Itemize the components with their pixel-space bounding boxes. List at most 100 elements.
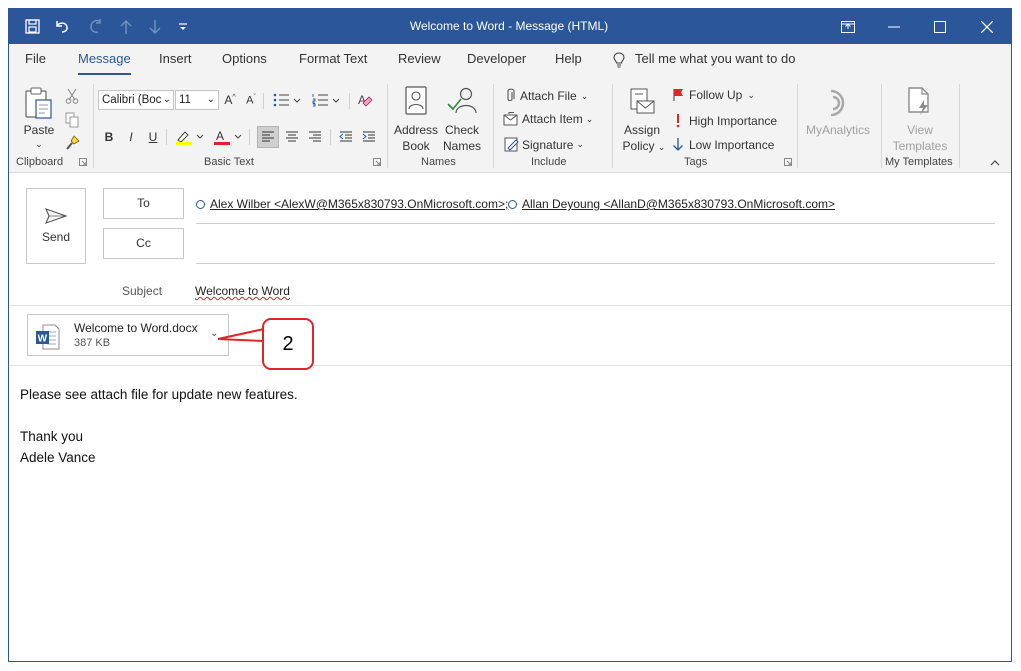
font-color-button[interactable]: A — [211, 127, 245, 147]
minimize-icon[interactable] — [871, 9, 917, 44]
close-icon[interactable] — [964, 9, 1010, 44]
policy-text: Policy — [622, 139, 655, 153]
chevron-down-icon: ⌄ — [747, 89, 755, 100]
assign-policy-button[interactable] — [628, 88, 656, 118]
body-line-2: Thank you — [20, 429, 84, 444]
collapse-ribbon-icon[interactable] — [990, 160, 1000, 166]
ribbon-separator — [797, 84, 798, 168]
font-name-value: Calibri (Boc — [102, 94, 162, 106]
ribbon-separator — [959, 84, 960, 168]
myanalytics-icon — [830, 89, 845, 117]
align-left-button[interactable] — [257, 126, 279, 148]
tab-developer[interactable]: Developer — [467, 44, 526, 80]
decrease-indent-button[interactable] — [335, 126, 357, 148]
myanalytics-button[interactable] — [821, 88, 853, 118]
cut-button[interactable] — [65, 88, 79, 104]
bold-button[interactable]: B — [101, 127, 117, 147]
tab-help[interactable]: Help — [555, 44, 582, 80]
underline-button[interactable]: U — [145, 127, 161, 147]
increase-indent-icon — [362, 131, 375, 142]
format-painter-button[interactable] — [65, 135, 81, 151]
align-right-button[interactable] — [304, 126, 326, 148]
save-icon[interactable] — [19, 9, 45, 44]
address-book-button[interactable] — [404, 86, 428, 116]
align-left-icon — [262, 131, 274, 142]
tab-format-text[interactable]: Format Text — [299, 44, 367, 80]
exclamation-icon — [676, 114, 680, 128]
tab-options[interactable]: Options — [222, 44, 267, 80]
view-templates-button[interactable] — [907, 86, 933, 116]
to-field-underline — [196, 223, 995, 224]
address-book-label-2: Book — [402, 139, 430, 153]
ribbon-separator — [263, 93, 264, 109]
grow-font-button[interactable]: A^ — [222, 91, 238, 109]
check-names-label-2: Names — [442, 139, 481, 153]
maximize-icon[interactable] — [917, 9, 963, 44]
font-name-dropdown[interactable]: Calibri (Boc ⌄ — [98, 90, 174, 110]
svg-text:W: W — [38, 334, 48, 345]
ribbon-separator — [493, 84, 494, 168]
attach-file-button[interactable]: Attach File ⌄ — [504, 88, 588, 104]
attachment-card[interactable]: W Welcome to Word.docx 387 KB ⌄ — [27, 314, 229, 356]
attach-item-button[interactable]: Attach Item ⌄ — [503, 112, 593, 126]
font-size-dropdown[interactable]: 11 ⌄ — [175, 90, 219, 110]
align-right-icon — [309, 131, 321, 142]
attachment-well: W Welcome to Word.docx 387 KB ⌄ — [9, 306, 1011, 366]
ribbon: Paste ⌄ Clipboard Calibri (Boc ⌄ 11 ⌄ A^… — [9, 80, 1011, 173]
tags-launcher-icon[interactable] — [784, 158, 792, 166]
subject-input[interactable]: Welcome to Word — [195, 284, 290, 298]
italic-button[interactable]: I — [123, 127, 139, 147]
numbering-icon — [312, 94, 340, 107]
tab-file[interactable]: File — [25, 44, 46, 80]
increase-indent-button[interactable] — [358, 126, 380, 148]
signature-button[interactable]: Signature ⌄ — [504, 137, 584, 152]
assign-label: Assign — [623, 123, 661, 137]
high-importance-button[interactable]: High Importance — [672, 113, 777, 128]
tab-message[interactable]: Message — [78, 44, 131, 80]
body-line-3: Adele Vance — [20, 450, 96, 465]
word-document-icon: W — [36, 324, 60, 350]
align-center-button[interactable] — [281, 126, 303, 148]
cc-button[interactable]: Cc — [103, 228, 184, 259]
recipient-chip-allan[interactable]: Allan Deyoung <AllanD@M365x830793.OnMicr… — [508, 197, 835, 211]
low-importance-button[interactable]: Low Importance — [672, 137, 774, 152]
clipboard-launcher-icon[interactable] — [79, 158, 87, 166]
to-button[interactable]: To — [103, 188, 184, 219]
check-names-label-1: Check — [444, 123, 479, 137]
customize-qat-icon[interactable] — [170, 9, 196, 44]
title-bar: Welcome to Word - Message (HTML) — [9, 9, 1011, 44]
undo-icon[interactable] — [49, 9, 75, 44]
highlight-button[interactable] — [173, 127, 207, 147]
redo-icon[interactable] — [83, 9, 109, 44]
copy-button[interactable] — [65, 112, 79, 128]
message-body[interactable]: Please see attach file for update new fe… — [20, 384, 298, 468]
down-arrow-icon[interactable] — [142, 9, 168, 44]
up-arrow-icon[interactable] — [113, 9, 139, 44]
down-arrow-icon — [673, 138, 683, 151]
paste-button[interactable] — [23, 86, 55, 120]
chevron-down-icon: ⌄ — [206, 94, 215, 105]
tell-me-search[interactable]: Tell me what you want to do — [613, 44, 795, 80]
bullets-button[interactable] — [269, 90, 305, 110]
numbering-button[interactable] — [308, 90, 344, 110]
tab-review[interactable]: Review — [398, 44, 441, 80]
signature-label: Signature — [522, 137, 574, 152]
policy-label[interactable]: Policy ⌄ — [619, 139, 669, 155]
view-label: View — [907, 123, 933, 137]
paste-chevron-icon[interactable]: ⌄ — [33, 137, 45, 152]
clipboard-group-label: Clipboard — [16, 156, 64, 168]
basic-text-launcher-icon[interactable] — [373, 158, 381, 166]
cc-input[interactable] — [196, 228, 995, 258]
send-label: Send — [41, 230, 71, 244]
clear-formatting-button[interactable]: A — [355, 90, 375, 110]
check-names-button[interactable] — [446, 86, 478, 116]
follow-up-button[interactable]: Follow Up ⌄ — [672, 88, 755, 102]
ribbon-tabs: File Message Insert Options Format Text … — [9, 44, 1011, 80]
tags-group-label: Tags — [684, 156, 708, 168]
tab-insert[interactable]: Insert — [159, 44, 192, 80]
ribbon-display-options-icon[interactable] — [825, 9, 871, 44]
shrink-font-button[interactable]: Aˇ — [243, 91, 259, 109]
recipient-chip-alex[interactable]: Alex Wilber <AlexW@M365x830793.OnMicroso… — [196, 197, 508, 211]
send-button[interactable]: Send — [26, 188, 86, 264]
my-templates-group-label: My Templates — [885, 156, 953, 168]
